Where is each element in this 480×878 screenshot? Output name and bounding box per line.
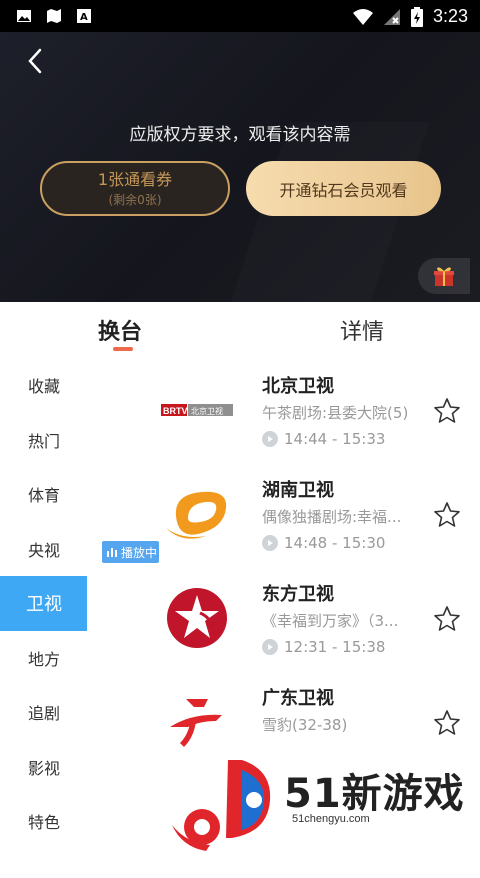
clock: 3:23 [432,6,468,26]
category-movies[interactable]: 影视 [0,740,87,795]
star-icon[interactable] [432,500,462,530]
tab-details[interactable]: 详情 [340,314,384,346]
ticket-label: 1张通看券 [97,169,173,189]
channel-name: 湖南卫视 [262,480,334,501]
channel-logo [127,678,267,766]
equalizer-icon [107,548,117,557]
play-icon [262,431,278,447]
watermark-text: 51新游戏 [284,771,465,817]
use-ticket-button[interactable]: 1张通看券 (剩余0张) [40,161,230,216]
site-watermark: 51新游戏 51chengyu.com [222,756,480,853]
category-featured[interactable]: 特色 [0,794,87,849]
channel-time-row: 12:31 - 15:38 [262,638,385,656]
dragon-tv-logo-icon [167,588,227,648]
back-button[interactable] [20,46,50,76]
channel-program: 偶像独播剧场:幸福... [262,508,402,526]
channel-name: 广东卫视 [262,688,334,709]
channel-time: 14:48 - 15:30 [284,534,386,552]
category-hot[interactable]: 热门 [0,413,87,468]
category-series[interactable]: 追剧 [0,685,87,740]
open-vip-button[interactable]: 开通钻石会员观看 [246,161,441,216]
jiangsu-tv-logo-icon [172,809,220,851]
battery-icon [410,6,423,27]
category-local[interactable]: 地方 [0,631,87,686]
channel-row[interactable]: 播放中 湖南卫视 偶像独播剧场:幸福... 14:48 - 15:30 [87,462,480,566]
channel-logo: BRTV 北京卫视 [127,366,267,454]
category-satellite[interactable]: 卫视 [0,576,87,631]
brtv-logo-icon: BRTV 北京卫视 [161,404,233,416]
svg-text:BRTV: BRTV [163,406,188,416]
tab-switch-channel[interactable]: 换台 [98,314,142,346]
channel-row[interactable]: BRTV 北京卫视 北京卫视 午茶剧场:县委大院(5) 14:44 - 15:3… [87,358,480,462]
now-playing-label: 播放中 [121,545,158,560]
category-cctv[interactable]: 央视 [0,522,87,577]
channel-name: 东方卫视 [262,584,334,605]
video-player[interactable]: 应版权方要求，观看该内容需 1张通看券 (剩余0张) 开通钻石会员观看 [0,32,480,302]
guangdong-tv-logo-icon [170,699,222,747]
channel-program: 《幸福到万家》（3... [262,612,399,630]
watermark-url: 51chengyu.com [292,813,370,825]
font-icon: A [77,9,91,23]
star-icon[interactable] [432,708,462,738]
category-favorites[interactable]: 收藏 [0,358,87,413]
play-icon [262,535,278,551]
gift-box-icon [434,267,454,286]
chevron-left-icon [28,48,42,74]
channel-time-row: 14:48 - 15:30 [262,534,385,552]
svg-text:A: A [80,12,88,23]
svg-text:北京卫视: 北京卫视 [191,406,223,416]
star-icon[interactable] [432,396,462,426]
channel-time: 14:44 - 15:33 [284,430,386,448]
copyright-notice: 应版权方要求，观看该内容需 [129,125,351,145]
channel-name: 北京卫视 [262,376,334,397]
category-sports[interactable]: 体育 [0,467,87,522]
gift-button[interactable] [418,258,470,294]
wifi-icon [352,8,373,25]
now-playing-badge: 播放中 [102,541,159,563]
active-tab-indicator [113,347,133,351]
image-icon [17,10,31,22]
status-bar: A 3:23 [0,0,480,32]
no-signal-icon [383,8,400,25]
channel-time: 12:31 - 15:38 [284,638,386,656]
ticket-remaining: (剩余0张) [108,192,162,207]
tab-bar: 换台 详情 [0,302,480,358]
channel-row[interactable]: 东方卫视 《幸福到万家》（3... 12:31 - 15:38 [87,566,480,670]
channel-program: 午茶剧场:县委大院(5) [262,404,409,422]
channel-time-row: 14:44 - 15:33 [262,430,385,448]
play-icon [262,639,278,655]
category-list: 收藏 热门 体育 央视 卫视 地方 追剧 影视 特色 [0,358,87,849]
watermark-logo-icon [226,760,271,838]
map-icon [47,9,61,23]
hunan-tv-logo-icon [166,491,227,539]
channel-logo [127,574,267,662]
channel-program: 雪豹(32-38) [262,716,348,734]
star-icon[interactable] [432,604,462,634]
